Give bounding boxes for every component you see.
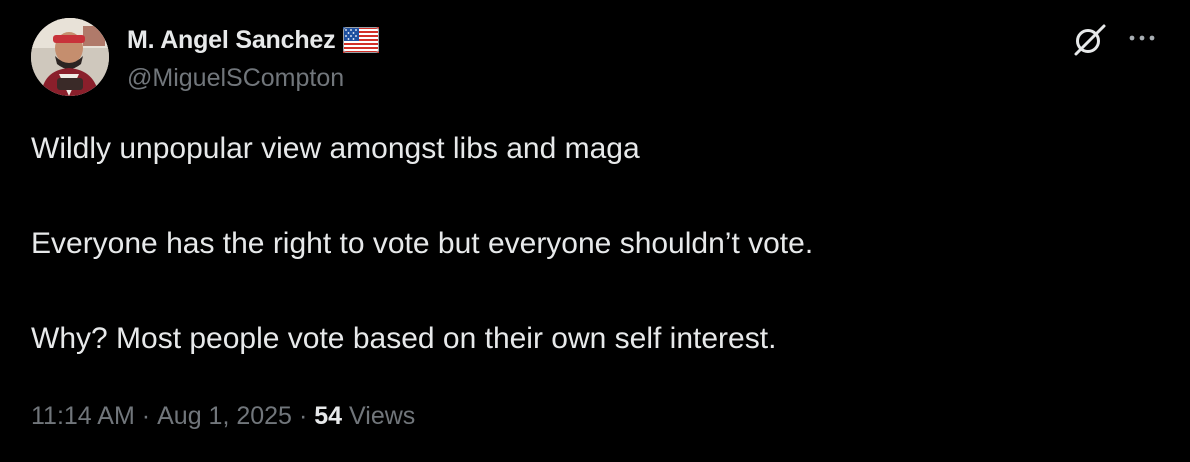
- author-name-row: M. Angel Sanchez: [127, 24, 380, 56]
- meta-separator: ·: [298, 402, 308, 430]
- tweet-paragraph: Wildly unpopular view amongst libs and m…: [31, 132, 640, 165]
- user-handle[interactable]: @MiguelSCompton: [127, 64, 344, 93]
- post-date[interactable]: Aug 1, 2025: [157, 402, 292, 430]
- post-time[interactable]: 11:14 AM: [31, 402, 135, 430]
- tweet-paragraph: Why? Most people vote based on their own…: [31, 322, 777, 355]
- tweet-meta: 11:14 AM · Aug 1, 2025 · 54 Views: [31, 402, 415, 431]
- views-label: Views: [349, 402, 416, 430]
- profile-photo: [31, 18, 109, 96]
- avatar[interactable]: [31, 18, 109, 96]
- meta-separator: ·: [141, 402, 151, 430]
- tweet-text: Wildly unpopular view amongst libs and m…: [31, 130, 1151, 358]
- grok-icon[interactable]: [1071, 21, 1109, 59]
- views-count: 54: [314, 402, 343, 430]
- tweet-card: M. Angel Sanchez @MiguelSCompton Wildly …: [0, 0, 1190, 462]
- us-flag-icon: [343, 27, 380, 53]
- more-options-icon[interactable]: [1127, 30, 1159, 46]
- tweet-paragraph: Everyone has the right to vote but every…: [31, 227, 814, 260]
- display-name[interactable]: M. Angel Sanchez: [127, 26, 336, 55]
